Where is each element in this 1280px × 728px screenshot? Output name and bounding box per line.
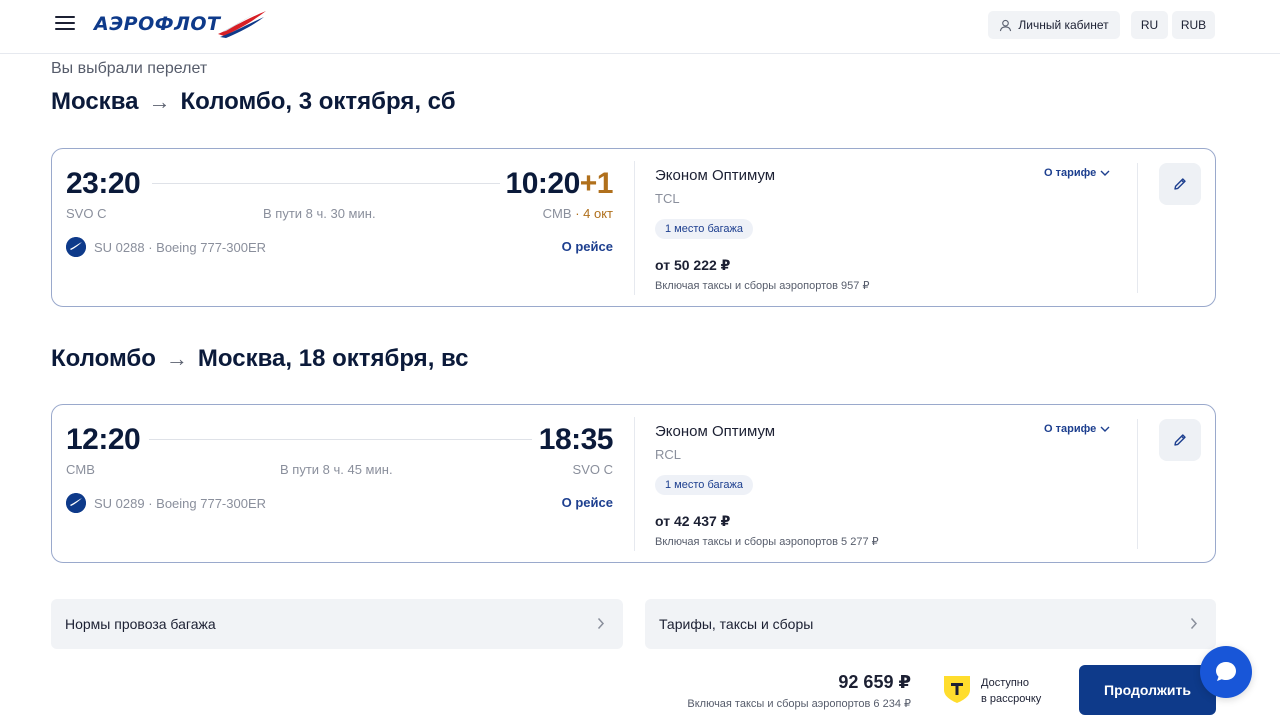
installment-info: Доступно в рассрочку bbox=[981, 675, 1041, 707]
inbound-arrival-airport: SVO C bbox=[572, 462, 613, 477]
menu-icon[interactable] bbox=[55, 16, 75, 32]
outbound-arrival-airport: CMB · 4 окт bbox=[543, 206, 613, 221]
pencil-icon bbox=[1174, 178, 1186, 190]
outbound-edit-button[interactable] bbox=[1159, 163, 1201, 205]
installment-line1: Доступно bbox=[981, 677, 1030, 689]
top-header: АЭРОФЛОТ Личный кабинет RU RUB bbox=[0, 0, 1280, 54]
chosen-flight-label: Вы выбрали перелет bbox=[51, 60, 208, 77]
outbound-route-title: Москва → Коломбо, 3 октября, сб bbox=[51, 88, 456, 116]
inbound-route-line bbox=[149, 439, 532, 440]
outbound-flight-card: 23:20 10:20+1 SVO C В пути 8 ч. 30 мин. … bbox=[51, 148, 1216, 307]
chat-button[interactable] bbox=[1200, 646, 1252, 698]
next-day-indicator: +1 bbox=[579, 167, 614, 200]
chat-bubble-icon bbox=[1216, 662, 1236, 681]
logo-text: АЭРОФЛОТ bbox=[94, 13, 221, 35]
baggage-rules-label: Нормы провоза багажа bbox=[65, 616, 216, 632]
about-fare-label: О тарифе bbox=[1044, 167, 1097, 179]
outbound-route-to: Коломбо, 3 октября, сб bbox=[180, 88, 456, 115]
chevron-right-icon bbox=[597, 617, 605, 630]
inbound-fare-name: Эконом Оптимум bbox=[655, 423, 776, 440]
chevron-down-icon bbox=[1100, 426, 1110, 432]
outbound-fare-name: Эконом Оптимум bbox=[655, 167, 776, 184]
cabinet-label: Личный кабинет bbox=[1018, 18, 1109, 32]
inbound-arrival-time: 18:35 bbox=[538, 423, 614, 456]
outbound-departure-airport: SVO C bbox=[66, 206, 107, 221]
outbound-arr-time-text: 10:20 bbox=[505, 167, 581, 200]
inbound-route-title: Коломбо → Москва, 18 октября, вс bbox=[51, 345, 469, 373]
outbound-about-flight-link[interactable]: О рейсе bbox=[562, 239, 613, 254]
about-fare-label: О тарифе bbox=[1044, 423, 1097, 435]
outbound-taxes: Включая таксы и сборы аэропортов 957 ₽ bbox=[655, 280, 870, 292]
outbound-about-fare-button[interactable]: О тарифе bbox=[1044, 167, 1110, 179]
inbound-flight-number: SU 0289 · Boeing 777-300ER bbox=[94, 496, 267, 511]
language-button[interactable]: RU bbox=[1131, 11, 1168, 39]
inbound-baggage-badge: 1 место багажа bbox=[655, 475, 753, 495]
card-divider-right bbox=[1137, 419, 1138, 549]
outbound-fare-code: TCL bbox=[655, 191, 680, 206]
inbound-departure-time: 12:20 bbox=[66, 423, 141, 456]
fares-taxes-link[interactable]: Тарифы, таксы и сборы bbox=[645, 599, 1216, 649]
outbound-flight-number: SU 0288 · Boeing 777-300ER bbox=[94, 240, 267, 255]
inbound-fare-code: RCL bbox=[655, 447, 682, 462]
inbound-flight-card: 12:20 18:35 CMB В пути 8 ч. 45 мин. SVO … bbox=[51, 404, 1216, 563]
continue-button[interactable]: Продолжить bbox=[1079, 665, 1216, 715]
inbound-departure-airport: CMB bbox=[66, 462, 95, 477]
chevron-down-icon bbox=[1100, 170, 1110, 176]
outbound-departure-time: 23:20 bbox=[66, 167, 141, 200]
outbound-duration: В пути 8 ч. 30 мин. bbox=[263, 206, 376, 221]
inbound-route-to: Москва, 18 октября, вс bbox=[197, 345, 469, 372]
card-divider bbox=[634, 161, 635, 295]
outbound-route-from: Москва bbox=[51, 88, 139, 115]
card-divider-right bbox=[1137, 163, 1138, 293]
currency-button[interactable]: RUB bbox=[1172, 11, 1215, 39]
baggage-rules-link[interactable]: Нормы провоза багажа bbox=[51, 599, 623, 649]
user-icon bbox=[1000, 19, 1012, 31]
outbound-route-line bbox=[152, 183, 500, 184]
total-taxes: Включая таксы и сборы аэропортов 6 234 ₽ bbox=[687, 698, 911, 710]
inbound-price: от 42 437 ₽ bbox=[655, 513, 731, 529]
chevron-right-icon bbox=[1190, 617, 1198, 630]
total-price: 92 659 ₽ bbox=[838, 672, 911, 692]
outbound-price: от 50 222 ₽ bbox=[655, 257, 731, 273]
installment-line2: в рассрочку bbox=[981, 693, 1042, 705]
arrow-right-icon: → bbox=[165, 346, 188, 371]
wing-logo-icon bbox=[218, 10, 267, 38]
outbound-arr-code-text: CMB bbox=[542, 206, 572, 221]
inbound-taxes: Включая таксы и сборы аэропортов 5 277 ₽ bbox=[655, 536, 879, 548]
arrow-right-icon: → bbox=[148, 89, 171, 114]
personal-cabinet-button[interactable]: Личный кабинет bbox=[988, 11, 1120, 39]
aeroflot-airline-icon bbox=[66, 493, 86, 513]
inbound-edit-button[interactable] bbox=[1159, 419, 1201, 461]
aeroflot-logo[interactable]: АЭРОФЛОТ bbox=[94, 8, 270, 40]
card-divider bbox=[634, 417, 635, 551]
outbound-arrival-date: · 4 окт bbox=[575, 206, 613, 221]
inbound-about-fare-button[interactable]: О тарифе bbox=[1044, 423, 1110, 435]
inbound-about-flight-link[interactable]: О рейсе bbox=[562, 495, 613, 510]
outbound-baggage-badge: 1 место багажа bbox=[655, 219, 753, 239]
fares-taxes-label: Тарифы, таксы и сборы bbox=[659, 616, 814, 632]
outbound-arrival-time: 10:20+1 bbox=[505, 167, 614, 201]
pencil-icon bbox=[1174, 434, 1186, 446]
inbound-duration: В пути 8 ч. 45 мин. bbox=[280, 462, 393, 477]
aeroflot-airline-icon bbox=[66, 237, 86, 257]
tinkoff-shield-icon bbox=[944, 676, 970, 703]
inbound-route-from: Коломбо bbox=[51, 345, 156, 372]
